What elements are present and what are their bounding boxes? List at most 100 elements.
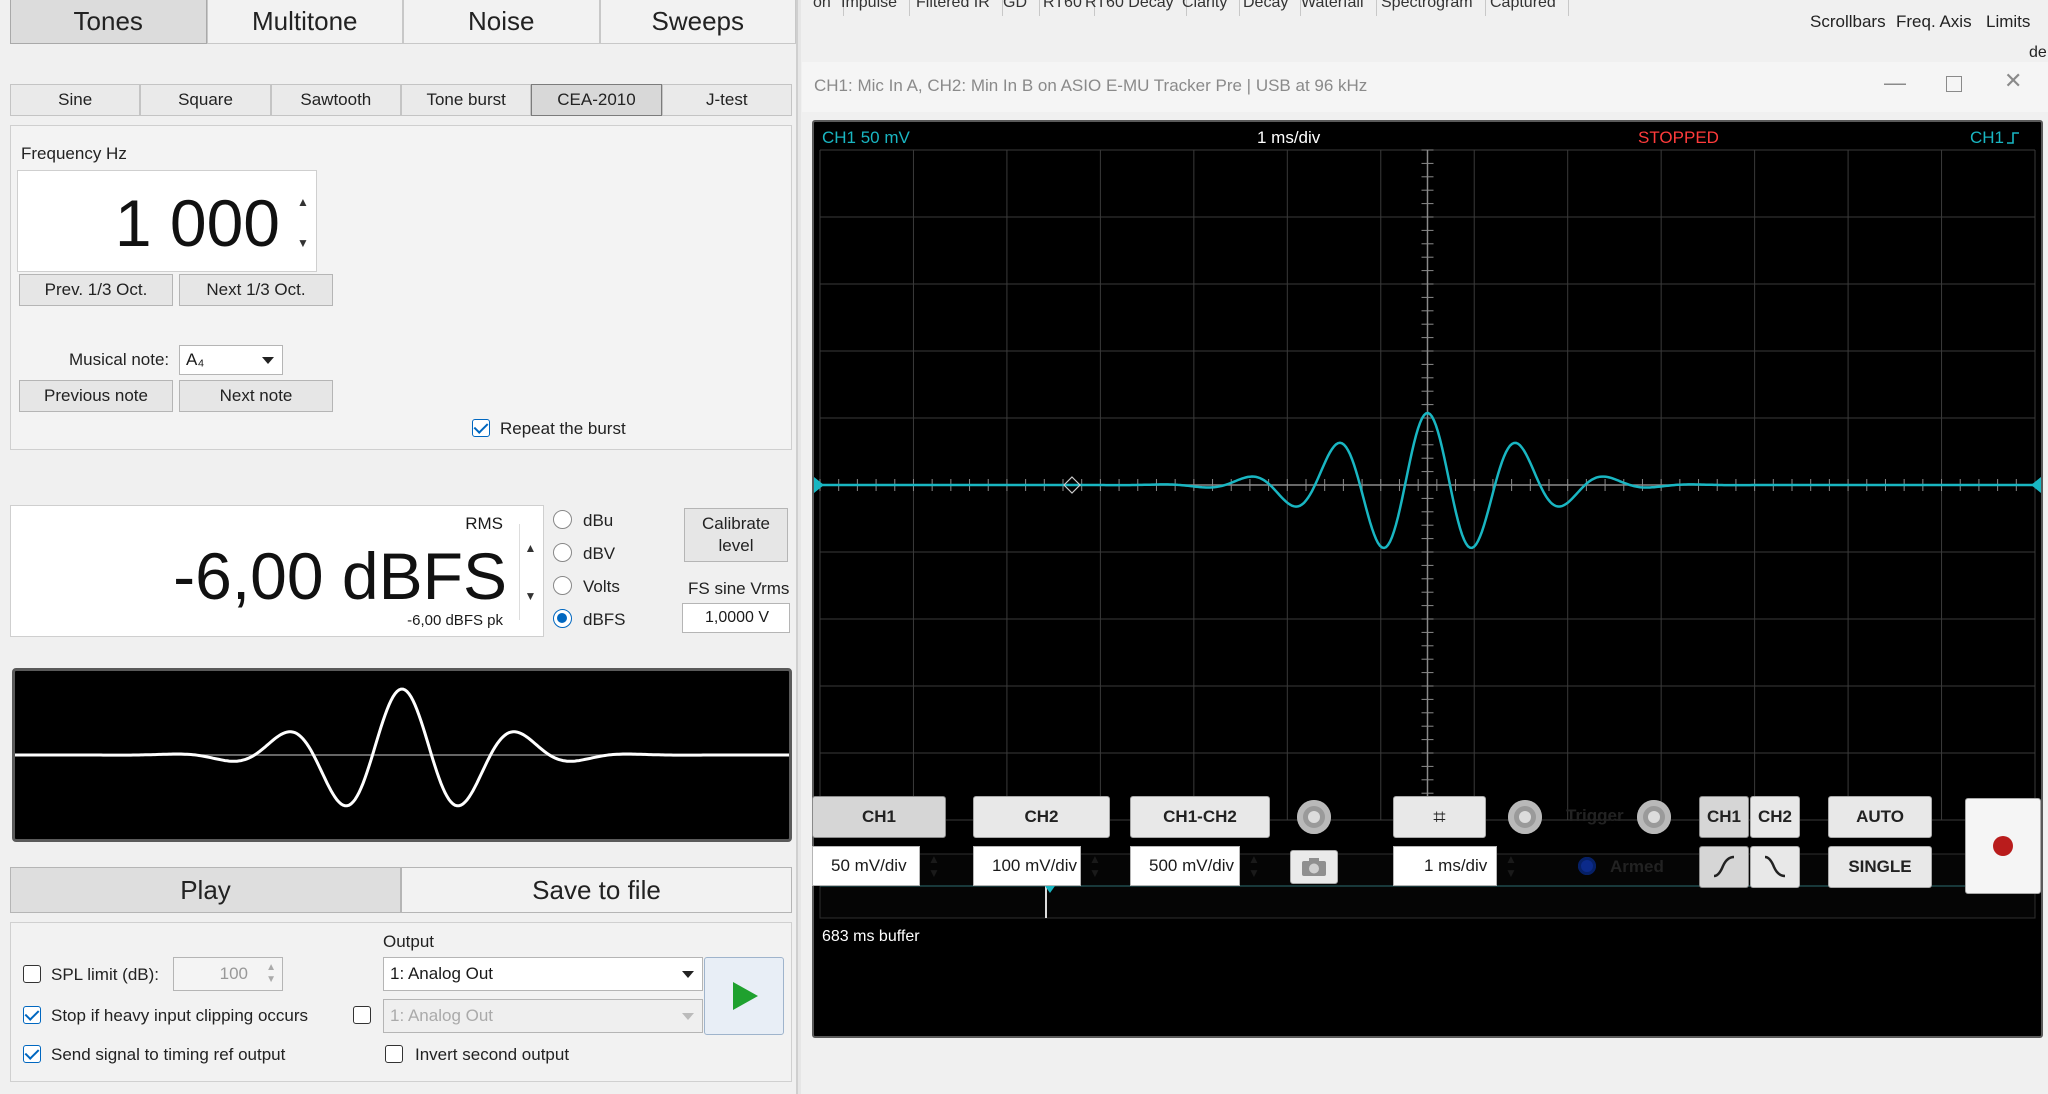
analysis-tab-spectrogram[interactable]: Spectrogram xyxy=(1369,0,1486,16)
frequency-input[interactable]: 1 000 ▲ ▼ xyxy=(17,170,317,272)
single-button[interactable]: SINGLE xyxy=(1828,846,1932,888)
ch2-div-spinner[interactable]: ▲ ▼ xyxy=(1084,846,1106,886)
armed-indicator xyxy=(1578,857,1596,875)
output-secondary-value: 1: Analog Out xyxy=(390,1006,494,1025)
tab-tone-burst[interactable]: Tone burst xyxy=(400,84,532,116)
invert-second-checkbox[interactable] xyxy=(385,1045,403,1063)
ch1-ch2-button[interactable]: CH1-CH2 xyxy=(1130,796,1270,838)
spin-down-icon[interactable]: ▼ xyxy=(525,589,537,603)
output-label: Output xyxy=(383,932,435,951)
send-timing-checkbox[interactable] xyxy=(23,1045,41,1063)
frequency-spinner[interactable]: ▲ ▼ xyxy=(292,181,314,263)
spl-limit-checkbox[interactable] xyxy=(23,965,41,983)
output-secondary-select[interactable]: 1: Analog Out xyxy=(383,999,703,1033)
tab-cea-2010[interactable]: CEA-2010 xyxy=(531,84,662,116)
play-button[interactable] xyxy=(704,957,784,1035)
level-peak-readout: -6,00 dBFS pk xyxy=(407,612,503,629)
ch1-div-spinner[interactable]: ▲ ▼ xyxy=(923,846,945,886)
armed-label: Armed xyxy=(1610,857,1664,876)
previous-note-button[interactable]: Previous note xyxy=(19,380,173,412)
send-timing-label: Send signal to timing ref output xyxy=(51,1045,286,1064)
ch1-button[interactable]: CH1 xyxy=(812,796,946,838)
fs-sine-input[interactable]: 1,0000 V xyxy=(682,603,790,633)
scope-graticule[interactable] xyxy=(814,122,2041,1036)
tab-multitone[interactable]: Multitone xyxy=(206,0,403,44)
next-note-button[interactable]: Next note xyxy=(179,380,333,412)
snapshot-button[interactable] xyxy=(1290,850,1338,884)
trigger-ch1-button[interactable]: CH1 xyxy=(1699,796,1749,838)
unit-radio-dbu[interactable] xyxy=(553,510,572,529)
tab-sine[interactable]: Sine xyxy=(10,84,141,116)
prev-third-octave-button[interactable]: Prev. 1/3 Oct. xyxy=(19,274,173,306)
rising-edge-button[interactable] xyxy=(1699,846,1749,888)
freq-axis-button[interactable]: Freq. Axis xyxy=(1896,12,1972,32)
minimize-icon[interactable]: — xyxy=(1884,70,1906,96)
spin-up-icon[interactable]: ▲ xyxy=(525,541,537,555)
scrollbars-button[interactable]: Scrollbars xyxy=(1810,12,1886,32)
tab-sawtooth[interactable]: Sawtooth xyxy=(270,84,401,116)
repeat-burst-checkbox[interactable] xyxy=(472,419,490,437)
unit-radio-volts[interactable] xyxy=(553,576,572,595)
ch1-div-input[interactable]: 50 mV/div xyxy=(812,846,920,886)
analysis-tab-waterfall[interactable]: Waterfall xyxy=(1289,0,1377,16)
buffer-label: 683 ms buffer xyxy=(822,928,920,945)
time-div-spinner[interactable]: ▲ ▼ xyxy=(1500,846,1522,886)
tab-play[interactable]: Play xyxy=(10,867,401,913)
musical-note-label: Musical note: xyxy=(69,350,170,369)
tab-j-test[interactable]: J-test xyxy=(661,84,792,116)
spl-limit-input[interactable]: 100 ▲ ▼ xyxy=(173,957,283,991)
scope-title-bar[interactable]: CH1: Mic In A, CH2: Min In B on ASIO E-M… xyxy=(802,62,2048,112)
spin-up-icon[interactable]: ▲ xyxy=(297,195,309,209)
analysis-tab-captured[interactable]: Captured xyxy=(1478,0,1569,16)
next-third-octave-button[interactable]: Next 1/3 Oct. xyxy=(179,274,333,306)
stop-clipping-checkbox[interactable] xyxy=(23,1006,41,1024)
musical-note-select[interactable]: A₄ xyxy=(179,345,283,375)
time-div-value: 1 ms/div xyxy=(1424,856,1488,875)
output-group: Output SPL limit (dB): 100 ▲ ▼ 1: Analog … xyxy=(10,922,792,1082)
limits-button[interactable]: Limits xyxy=(1986,12,2030,32)
edge-label: de xyxy=(2029,44,2047,61)
calibrate-level-button[interactable]: Calibrate level xyxy=(684,508,788,562)
frequency-label: Frequency Hz xyxy=(21,144,127,163)
level-type-label: RMS xyxy=(465,514,503,533)
maximize-icon[interactable] xyxy=(1946,76,1962,92)
analysis-tab-filtered-ir[interactable]: Filtered IR xyxy=(904,0,1003,16)
diff-div-input[interactable]: 500 mV/div xyxy=(1130,846,1240,886)
level-input[interactable]: RMS -6,00 dBFS -6,00 dBFS pk ▲ ▼ xyxy=(10,505,544,637)
record-button[interactable] xyxy=(1965,798,2041,894)
rising-edge-icon xyxy=(1713,855,1735,878)
gear-icon[interactable] xyxy=(1637,800,1671,834)
diff-div-spinner[interactable]: ▲ ▼ xyxy=(1243,846,1265,886)
tab-square[interactable]: Square xyxy=(140,84,271,116)
cursor-grid-button[interactable]: ⌗ xyxy=(1393,796,1486,838)
trigger-ch2-button[interactable]: CH2 xyxy=(1750,796,1800,838)
scope-window-title: CH1: Mic In A, CH2: Min In B on ASIO E-M… xyxy=(814,76,1368,95)
gear-icon[interactable] xyxy=(1297,800,1331,834)
ch2-div-input[interactable]: 100 mV/div xyxy=(973,846,1081,886)
falling-edge-button[interactable] xyxy=(1750,846,1800,888)
tab-sweeps[interactable]: Sweeps xyxy=(599,0,796,44)
tab-save-to-file[interactable]: Save to file xyxy=(401,867,792,913)
unit-radio-dbv[interactable] xyxy=(553,543,572,562)
musical-note-value: A₄ xyxy=(186,350,205,369)
level-spinner[interactable]: ▲ ▼ xyxy=(519,524,541,620)
time-div-input[interactable]: 1 ms/div xyxy=(1393,846,1497,886)
gear-icon[interactable] xyxy=(1508,800,1542,834)
ch2-button[interactable]: CH2 xyxy=(973,796,1110,838)
second-output-checkbox[interactable] xyxy=(353,1006,371,1024)
unit-radio-dbfs[interactable] xyxy=(553,609,572,628)
fs-sine-label: FS sine Vrms xyxy=(688,579,790,598)
spin-down-icon[interactable]: ▼ xyxy=(297,236,309,250)
repeat-burst-label: Repeat the burst xyxy=(500,419,626,438)
close-icon[interactable]: ✕ xyxy=(2004,68,2022,94)
tab-tones[interactable]: Tones xyxy=(10,0,207,44)
analysis-tab-clarity[interactable]: Clarity xyxy=(1170,0,1241,16)
auto-button[interactable]: AUTO xyxy=(1828,796,1932,838)
panel-splitter[interactable] xyxy=(798,0,801,1094)
generator-panel: Tones Multitone Noise Sweeps Sine Square… xyxy=(0,0,798,1094)
spl-limit-spinner[interactable]: ▲ ▼ xyxy=(266,962,276,986)
tab-noise[interactable]: Noise xyxy=(403,0,600,44)
output-primary-select[interactable]: 1: Analog Out xyxy=(383,957,703,991)
analysis-tab-impulse[interactable]: Impulse xyxy=(829,0,911,16)
analysis-tab-strip: on Impulse Filtered IR GD RT60 RT60 Decay Clar… xyxy=(801,0,2048,66)
